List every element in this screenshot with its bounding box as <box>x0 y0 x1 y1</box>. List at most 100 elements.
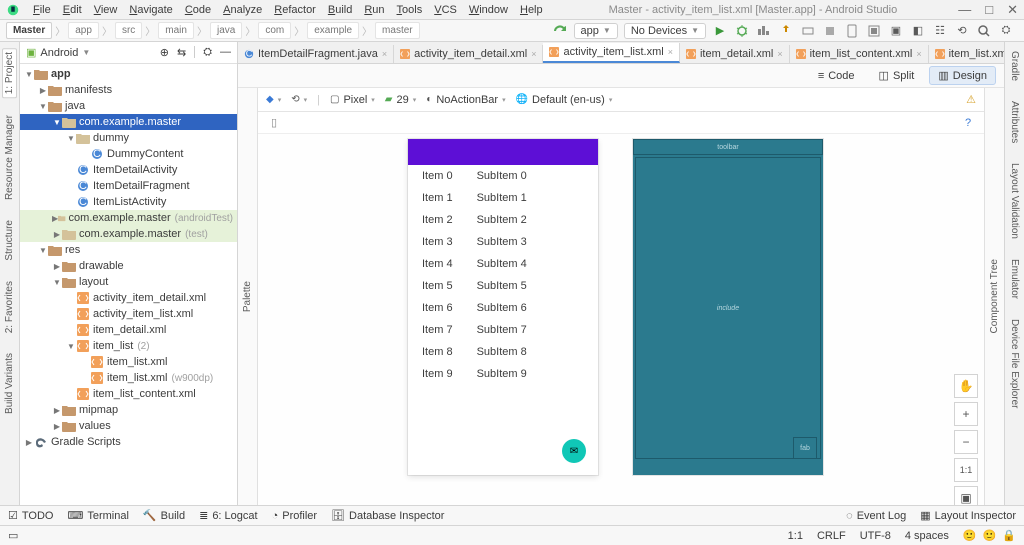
tree-dummycontent[interactable]: CDummyContent <box>20 146 237 162</box>
tree-itemlistactivity[interactable]: CItemListActivity <box>20 194 237 210</box>
component-tree-tab[interactable]: Component Tree <box>988 256 1001 337</box>
design-preview[interactable]: Item 0SubItem 0Item 1SubItem 1Item 2SubI… <box>408 139 598 475</box>
menu-build[interactable]: Build <box>323 3 357 17</box>
view-split[interactable]: ◫Split <box>870 66 924 85</box>
tree-activity-item-detail-xml[interactable]: activity_item_detail.xml <box>20 290 237 306</box>
tree-itemdetailfragment[interactable]: CItemDetailFragment <box>20 178 237 194</box>
run-config-selector[interactable]: app▼ <box>574 23 618 39</box>
layout-inspector-icon[interactable]: ▣ <box>888 23 904 39</box>
profile-icon[interactable] <box>756 23 772 39</box>
structure-icon[interactable]: ☷ <box>932 23 948 39</box>
help-icon[interactable]: ? <box>960 115 976 131</box>
menu-analyze[interactable]: Analyze <box>218 3 267 17</box>
close-icon[interactable]: × <box>382 49 387 59</box>
pan-button[interactable]: ✋ <box>954 374 978 398</box>
gear-icon[interactable]: ⛭ <box>203 46 212 59</box>
menu-file[interactable]: File <box>28 3 56 17</box>
tree-dummy[interactable]: ▼dummy <box>20 130 237 146</box>
attach-debugger-icon[interactable] <box>800 23 816 39</box>
tool-device-file-explorer[interactable]: Device File Explorer <box>1008 316 1021 411</box>
tab-activity-item-detail-xml[interactable]: activity_item_detail.xml× <box>394 45 543 63</box>
bottom-database-inspector[interactable]: 🗄Database Inspector <box>331 509 444 522</box>
zoom-in-button[interactable]: + <box>954 402 978 426</box>
component-tree-strip[interactable]: Component Tree <box>984 88 1004 505</box>
run-button[interactable]: ▶ <box>712 23 728 39</box>
bottom-terminal[interactable]: ⌨Terminal <box>67 509 128 522</box>
menu-tools[interactable]: Tools <box>392 3 428 17</box>
tree-app[interactable]: ▼app <box>20 66 237 82</box>
menu-window[interactable]: Window <box>464 3 513 17</box>
breadcrumb[interactable]: Master〉app〉src〉main〉java〉com〉example〉mas… <box>6 22 420 39</box>
locale-selector[interactable]: 🌐 Default (en-us) ▾ <box>516 94 613 106</box>
tree-com-example-master[interactable]: ▶com.example.master(test) <box>20 226 237 242</box>
bottom-profiler[interactable]: ◔Profiler <box>272 509 318 522</box>
tool-build-variants[interactable]: Build Variants <box>3 350 16 417</box>
tree-item-list[interactable]: ▼item_list(2) <box>20 338 237 354</box>
debug-icon[interactable] <box>734 23 750 39</box>
warning-icon[interactable]: ⚠ <box>966 93 976 106</box>
bottom-layout-inspector[interactable]: ▦Layout Inspector <box>920 509 1016 522</box>
menu-edit[interactable]: Edit <box>58 3 87 17</box>
sync-icon[interactable] <box>552 23 568 39</box>
phone-frame-icon[interactable]: ▯ <box>266 115 282 131</box>
menu-view[interactable]: View <box>89 3 123 17</box>
palette-tab[interactable]: Palette <box>241 278 254 315</box>
tab-activity-item-list-xml[interactable]: activity_item_list.xml× <box>543 43 680 63</box>
tree-gradle-scripts[interactable]: ▶Gradle Scripts <box>20 434 237 450</box>
tool-resource-manager[interactable]: Resource Manager <box>3 112 16 203</box>
tab-item-list-xml[interactable]: item_list.xml× <box>929 45 1004 63</box>
menu-help[interactable]: Help <box>515 3 548 17</box>
maximize-button[interactable]: □ <box>985 2 993 17</box>
theme-selector[interactable]: ◐ NoActionBar ▾ <box>426 94 505 106</box>
crumb-master[interactable]: master <box>375 22 420 39</box>
tree-item-list-xml[interactable]: item_list.xml(w900dp) <box>20 370 237 386</box>
api-level[interactable]: ▰ 29 ▾ <box>385 94 416 106</box>
tree-java[interactable]: ▼java <box>20 98 237 114</box>
project-tree[interactable]: ▼app▶manifests▼java▼com.example.master▼d… <box>20 64 237 505</box>
tool-1-project[interactable]: 1: Project <box>2 48 17 98</box>
hide-icon[interactable]: — <box>220 46 231 59</box>
tree-item-list-content-xml[interactable]: item_list_content.xml <box>20 386 237 402</box>
crumb-app[interactable]: app <box>68 22 99 39</box>
line-separator[interactable]: CRLF <box>817 530 846 542</box>
close-icon[interactable]: × <box>777 49 782 59</box>
palette-strip[interactable]: Palette <box>238 88 258 505</box>
tree-com-example-master[interactable]: ▶com.example.master(androidTest) <box>20 210 237 226</box>
tool-attributes[interactable]: Attributes <box>1008 98 1021 146</box>
file-encoding[interactable]: UTF-8 <box>860 530 891 542</box>
crumb-com[interactable]: com <box>258 22 291 39</box>
device-selector[interactable]: No Devices▼ <box>624 23 706 39</box>
search-icon[interactable] <box>976 23 992 39</box>
target-icon[interactable]: ⊕ <box>160 46 169 59</box>
tree-drawable[interactable]: ▶drawable <box>20 258 237 274</box>
close-icon[interactable]: × <box>531 49 536 59</box>
menu-vcs[interactable]: VCS <box>429 3 462 17</box>
stop-button[interactable] <box>822 23 838 39</box>
bottom-6-logcat[interactable]: ≣6: Logcat <box>199 509 257 522</box>
zoom-actual-button[interactable]: ▣ <box>954 486 978 505</box>
tool-gradle[interactable]: Gradle <box>1008 48 1021 84</box>
menu-navigate[interactable]: Navigate <box>124 3 177 17</box>
lock-icon[interactable]: 🔒 <box>1002 529 1016 542</box>
tree-activity-item-list-xml[interactable]: activity_item_list.xml <box>20 306 237 322</box>
zoom-out-button[interactable]: − <box>954 430 978 454</box>
caret-position[interactable]: 1:1 <box>788 530 803 542</box>
tree-layout[interactable]: ▼layout <box>20 274 237 290</box>
collapse-icon[interactable]: ⇆ <box>177 46 186 59</box>
crumb-src[interactable]: src <box>115 22 142 39</box>
bottom-build[interactable]: 🔨Build <box>143 509 185 522</box>
crumb-Master[interactable]: Master <box>6 22 52 39</box>
tool-2-favorites[interactable]: 2: Favorites <box>3 278 16 336</box>
tool-structure[interactable]: Structure <box>3 217 16 264</box>
memory-indicator-icon[interactable]: 🙂 <box>963 529 977 542</box>
inspection-profile-icon[interactable]: 🙂 <box>983 529 997 542</box>
bottom-todo[interactable]: ☑TODO <box>8 509 53 522</box>
view-code[interactable]: ≡Code <box>809 67 864 85</box>
crumb-java[interactable]: java <box>210 22 242 39</box>
layout-canvas[interactable]: Item 0SubItem 0Item 1SubItem 1Item 2SubI… <box>258 134 984 505</box>
tree-item-detail-xml[interactable]: item_detail.xml <box>20 322 237 338</box>
blueprint-preview[interactable]: toolbar include fab <box>633 139 823 475</box>
apply-changes-icon[interactable] <box>778 23 794 39</box>
tab-item-detail-xml[interactable]: item_detail.xml× <box>680 45 790 63</box>
tree-manifests[interactable]: ▶manifests <box>20 82 237 98</box>
